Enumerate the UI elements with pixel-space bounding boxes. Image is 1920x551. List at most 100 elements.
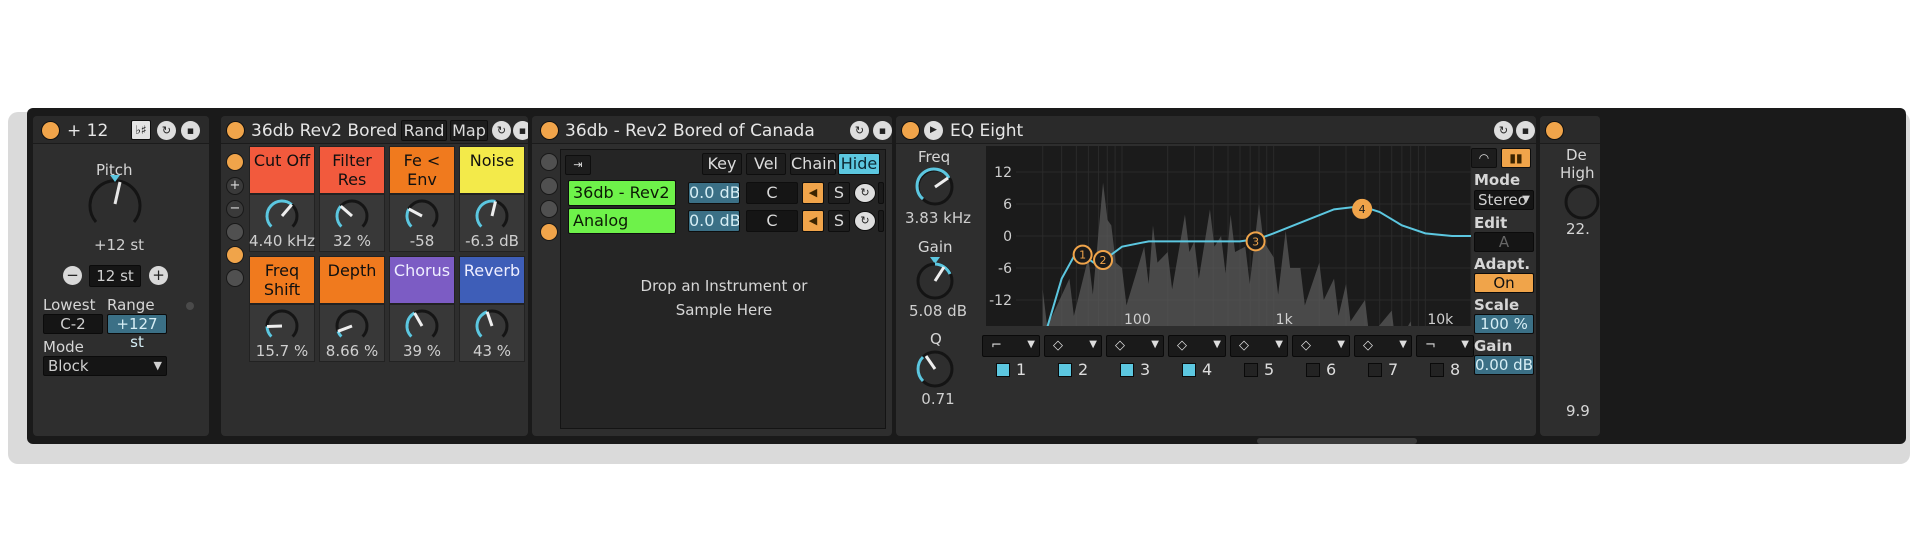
band-enable-checkbox-1[interactable] <box>996 363 1010 377</box>
rack-power-button[interactable] <box>226 121 245 140</box>
velocity-zone-button[interactable]: Vel <box>746 153 786 175</box>
macro-knob-7[interactable] <box>402 306 442 342</box>
save-preset-icon[interactable]: ▪ <box>1516 121 1535 140</box>
filter-type-select-3[interactable]: ◇ ▼ <box>1106 335 1164 357</box>
band-enable-checkbox-4[interactable] <box>1182 363 1196 377</box>
chain-name-1[interactable]: 36db - Rev2 ... <box>568 180 676 206</box>
filter-type-select-1[interactable]: ⌐ ▼ <box>982 335 1040 357</box>
filter-type-select-7[interactable]: ◇ ▼ <box>1354 335 1412 357</box>
horizontal-scrollbar[interactable] <box>1257 438 1417 444</box>
next-power-button[interactable] <box>1545 121 1564 140</box>
eq-band-node-2[interactable]: 2 <box>1093 250 1114 270</box>
play-icon[interactable]: ▶ <box>924 121 943 140</box>
speaker-icon[interactable]: ◀ <box>802 182 824 204</box>
chain-pan-2[interactable]: C <box>746 210 798 232</box>
macro-knob-3[interactable] <box>402 196 442 232</box>
gain-knob[interactable] <box>914 256 956 302</box>
remove-macro-icon[interactable]: − <box>226 200 244 218</box>
add-macro-icon[interactable]: + <box>226 177 244 195</box>
filter-type-select-2[interactable]: ◇ ▼ <box>1044 335 1102 357</box>
lowest-field[interactable]: C-2 <box>43 314 103 334</box>
macro-knob-6[interactable] <box>332 306 372 342</box>
chain-list-icon[interactable] <box>540 200 558 218</box>
chain-select-button[interactable]: Chain <box>790 153 837 175</box>
hot-swap-icon[interactable]: ↻ <box>1494 121 1513 140</box>
eq-display[interactable]: 1260-6-121 234100 1k 10k <box>986 146 1536 326</box>
save-preset-icon[interactable]: ▪ <box>181 121 200 140</box>
scale-field[interactable]: 100 % <box>1474 314 1534 334</box>
mode-select[interactable]: Block ▼ <box>43 356 167 376</box>
chain-solo-1[interactable]: S <box>828 182 850 204</box>
device-list-icon[interactable] <box>540 223 558 241</box>
hot-swap-icon[interactable]: ↻ <box>850 121 869 140</box>
output-gain-field[interactable]: 0.00 dB <box>1474 355 1534 375</box>
eq-band-node-3[interactable]: 3 <box>1245 231 1266 252</box>
macro-knob-2[interactable] <box>332 196 372 232</box>
spectrum-toggle-icon[interactable]: ▮▮ <box>1501 148 1531 168</box>
freq-knob[interactable] <box>914 166 956 208</box>
hot-swap-icon[interactable]: ↻ <box>492 121 511 140</box>
eq-device: ▶ EQ Eight ↻ ▪ Freq 3.83 kHz Gain 5.08 d… <box>896 116 1536 436</box>
filter-type-select-5[interactable]: ◇ ▼ <box>1230 335 1288 357</box>
macro-knob-4[interactable] <box>472 196 512 232</box>
rand-button[interactable]: Rand <box>401 120 447 141</box>
chain-list-icon[interactable] <box>226 246 244 264</box>
filter-shape-icon: ¬ <box>1425 338 1436 353</box>
hot-swap-icon[interactable]: ↻ <box>854 183 876 203</box>
filter-type-select-4[interactable]: ◇ ▼ <box>1168 335 1226 357</box>
macro-knob-5[interactable] <box>262 306 302 342</box>
adaptive-q-toggle[interactable]: On <box>1474 273 1534 293</box>
pitch-knob[interactable] <box>79 172 151 236</box>
range-indicator-icon <box>186 302 194 310</box>
chain-volume-1[interactable]: 0.0 dB <box>688 182 740 204</box>
range-field[interactable]: +127 st <box>107 314 167 351</box>
band-enable-checkbox-7[interactable] <box>1368 363 1382 377</box>
edit-field[interactable]: A <box>1474 232 1534 252</box>
chain-solo-2[interactable]: S <box>828 210 850 232</box>
headphones-icon[interactable]: ◠ <box>1471 148 1497 168</box>
key-zone-button[interactable]: Key <box>702 153 742 175</box>
eq-band-node-1[interactable]: 1 <box>1072 244 1093 265</box>
q-knob[interactable] <box>914 348 956 390</box>
chain-name-2[interactable]: Analog <box>568 208 676 234</box>
macro-knob-1[interactable] <box>262 196 302 232</box>
chain-power-button[interactable] <box>540 121 559 140</box>
chain-pan-1[interactable]: C <box>746 182 798 204</box>
band-enable-checkbox-5[interactable] <box>1244 363 1258 377</box>
hot-swap-icon[interactable]: ↻ <box>157 121 176 140</box>
pitch-increment-button[interactable]: + <box>149 266 168 285</box>
band-enable-checkbox-8[interactable] <box>1430 363 1444 377</box>
save-preset-icon[interactable]: ▪ <box>513 121 528 140</box>
snapshot-icon[interactable] <box>226 223 244 241</box>
band-enable-checkbox-6[interactable] <box>1306 363 1320 377</box>
next-knob[interactable] <box>1562 182 1600 222</box>
pitch-range-field[interactable]: 12 st <box>89 265 141 287</box>
snapshot-icon[interactable] <box>540 177 558 195</box>
pitch-scale-button[interactable]: ♭♯ <box>131 120 151 140</box>
hot-swap-icon[interactable]: ↻ <box>854 211 876 231</box>
save-preset-icon[interactable]: ▪ <box>873 121 892 140</box>
macro-value-5: 15.7 % <box>255 342 309 360</box>
hide-button[interactable]: Hide <box>838 153 880 175</box>
mode-label: Mode <box>43 338 84 356</box>
eq-band-node-4[interactable]: 4 <box>1352 198 1373 219</box>
chain-volume-2[interactable]: 0.0 dB <box>688 210 740 232</box>
rack-macro-view-icon[interactable] <box>540 153 558 171</box>
eq-power-button[interactable] <box>901 121 920 140</box>
pitch-decrement-button[interactable]: − <box>63 266 82 285</box>
speaker-icon[interactable]: ◀ <box>802 210 824 232</box>
mode-select[interactable]: Stereo ▼ <box>1474 190 1534 210</box>
auto-select-button[interactable]: ⇥ <box>565 155 591 175</box>
map-button[interactable]: Map <box>450 120 488 141</box>
macro-knob-8[interactable] <box>472 306 512 342</box>
macro-label-1: Cut Off <box>249 146 315 194</box>
filter-type-select-8[interactable]: ¬ ▼ <box>1416 335 1474 357</box>
filter-type-select-6[interactable]: ◇ ▼ <box>1292 335 1350 357</box>
eq-x-tick: 10k <box>1427 312 1454 326</box>
band-enable-checkbox-2[interactable] <box>1058 363 1072 377</box>
output-gain-label: Gain <box>1474 337 1513 355</box>
pitch-power-button[interactable] <box>41 121 60 140</box>
device-list-icon[interactable] <box>226 269 244 287</box>
rack-macro-view-icon[interactable] <box>226 153 244 171</box>
band-enable-checkbox-3[interactable] <box>1120 363 1134 377</box>
